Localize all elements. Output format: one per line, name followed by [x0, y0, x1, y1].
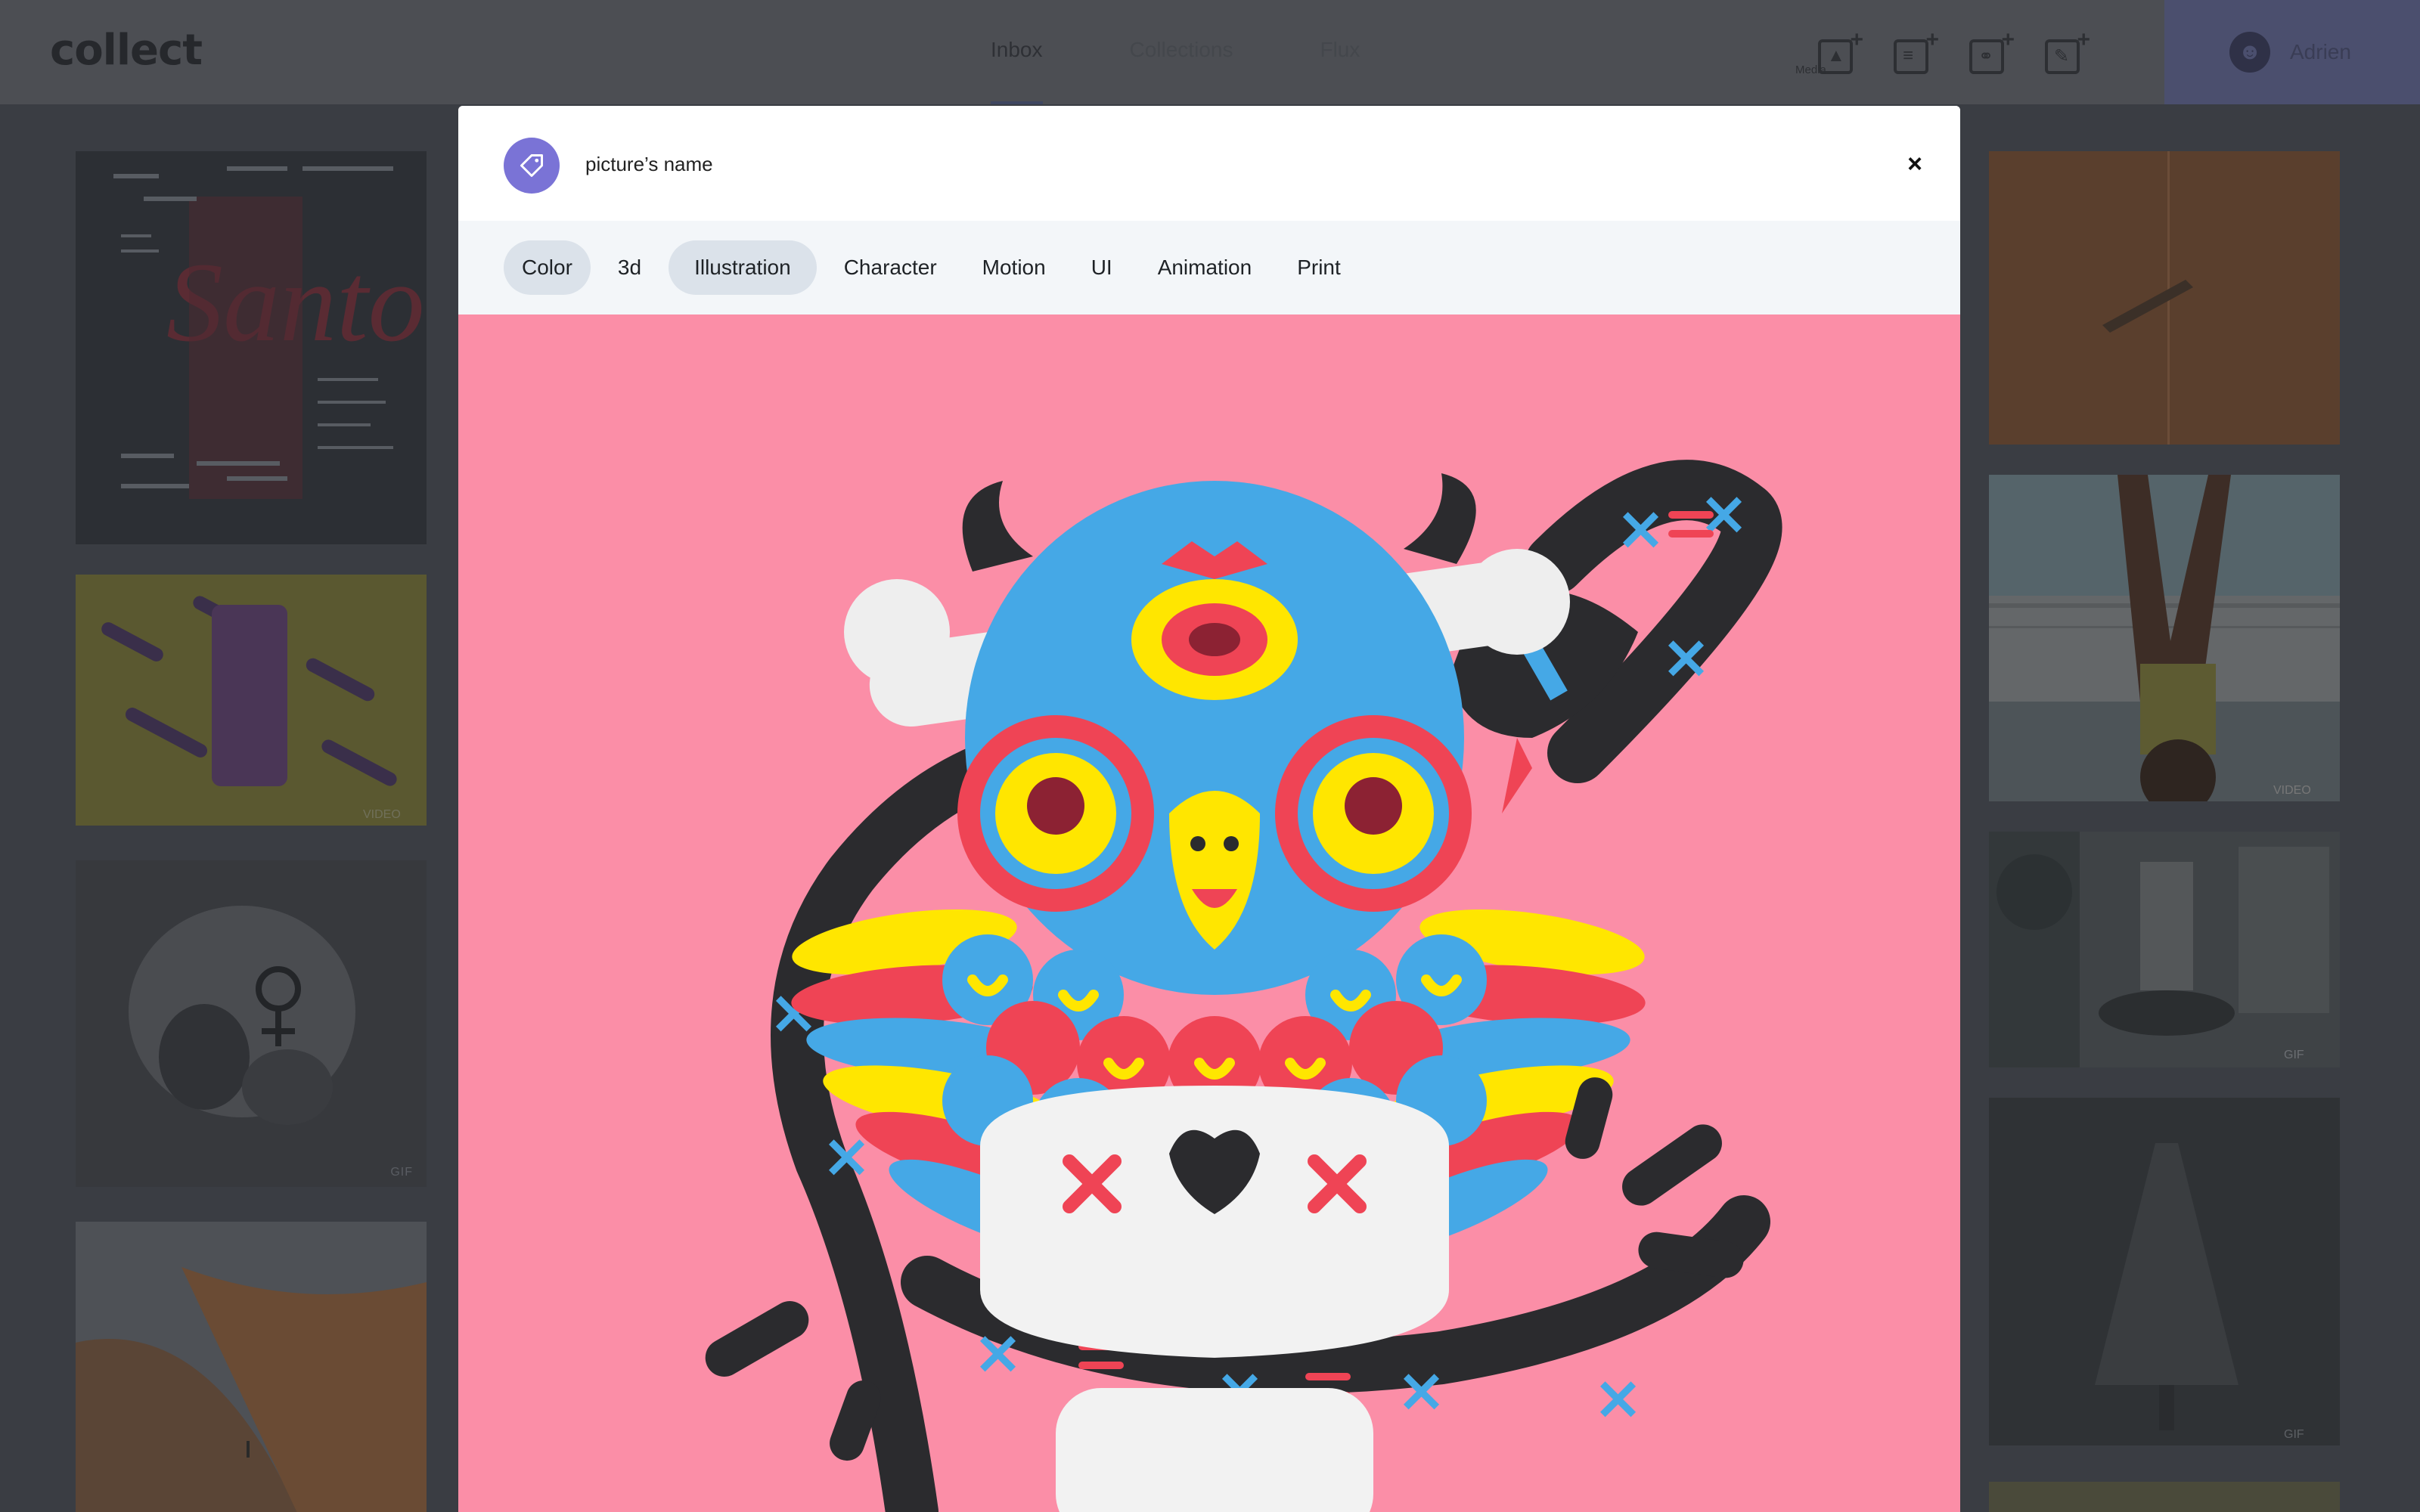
- nav-inbox[interactable]: Inbox: [991, 38, 1043, 104]
- tile-can[interactable]: VIDEO: [76, 575, 427, 826]
- user-name: Adrien: [2290, 40, 2351, 64]
- tag-button[interactable]: [504, 138, 560, 194]
- tile-legs[interactable]: VIDEO: [1989, 475, 2340, 801]
- tag-3d[interactable]: 3d: [600, 240, 659, 295]
- svg-text:×: ×: [1396, 1355, 1447, 1425]
- tile-video-badge-2: VIDEO: [2273, 784, 2311, 797]
- tile-gif-badge-3: GIF: [2284, 1428, 2304, 1441]
- add-toolbar: ▲ + ≡ + ⚭ + ✎ +: [1815, 27, 2090, 80]
- tag-print[interactable]: Print: [1279, 240, 1359, 295]
- tile-poster[interactable]: Santo: [76, 151, 427, 544]
- tile-orange[interactable]: [1989, 151, 2340, 445]
- top-bar: collect Inbox Collections Flux ▲ + ≡ + ⚭ + …: [0, 0, 2420, 104]
- skull-artwork: [129, 906, 355, 1125]
- add-link-icon[interactable]: ⚭ +: [1966, 27, 2015, 80]
- nav-flux[interactable]: Flux: [1320, 38, 1360, 104]
- tag-animation[interactable]: Animation: [1140, 240, 1270, 295]
- tag-ui[interactable]: UI: [1073, 240, 1131, 295]
- tag-character[interactable]: Character: [826, 240, 955, 295]
- svg-text:×: ×: [1661, 621, 1711, 692]
- picture-preview: × × × × × × × × ×: [458, 314, 1960, 1512]
- tag-color[interactable]: Color: [504, 240, 591, 295]
- tag-motion[interactable]: Motion: [964, 240, 1064, 295]
- media-caption: Media: [1795, 64, 1826, 76]
- avatar-icon: ☻: [2229, 32, 2270, 73]
- ghost-artwork: GIF: [2095, 1143, 2304, 1441]
- nav-collections[interactable]: Collections: [1130, 38, 1233, 104]
- room-artwork: GIF: [1989, 832, 2329, 1067]
- tags-bar: Color 3d Illustration Character Motion U…: [458, 221, 1960, 314]
- tile-desert[interactable]: [76, 1222, 427, 1512]
- picture-modal: picture’s name × Color 3d Illustration C…: [458, 106, 1960, 1512]
- owl-skull-illustration: × × × × × × × × ×: [705, 460, 1782, 1512]
- tile-video-badge: VIDEO: [363, 808, 401, 821]
- tag-illustration[interactable]: Illustration: [669, 240, 817, 295]
- user-menu[interactable]: ☻ Adrien: [2164, 0, 2420, 104]
- can-artwork: VIDEO: [101, 596, 401, 821]
- modal-header: picture’s name ×: [458, 106, 1960, 221]
- svg-text:×: ×: [1615, 493, 1666, 563]
- tile-ghost[interactable]: GIF: [1989, 1098, 2340, 1445]
- app-logo[interactable]: collect: [50, 26, 203, 75]
- tile-gif-badge: GIF: [390, 1166, 413, 1179]
- tile-gif-badge-2: GIF: [2284, 1049, 2304, 1061]
- orange-artwork: [2102, 151, 2193, 445]
- tile-skull[interactable]: GIF: [76, 860, 427, 1187]
- add-edit-icon[interactable]: ✎ +: [2042, 27, 2090, 80]
- poster-artwork: Santo: [113, 166, 425, 499]
- picture-name[interactable]: picture’s name: [585, 153, 713, 176]
- tile-partial[interactable]: [1989, 1482, 2340, 1512]
- desert-artwork: [76, 1267, 427, 1512]
- close-icon[interactable]: ×: [1907, 150, 1922, 179]
- tag-icon: [520, 154, 543, 177]
- svg-text:×: ×: [1593, 1362, 1643, 1433]
- add-note-icon[interactable]: ≡ +: [1891, 27, 1939, 80]
- tile-room[interactable]: GIF: [1989, 832, 2340, 1067]
- legs-artwork: VIDEO: [1989, 475, 2340, 801]
- main-nav: Inbox Collections Flux: [991, 38, 1447, 104]
